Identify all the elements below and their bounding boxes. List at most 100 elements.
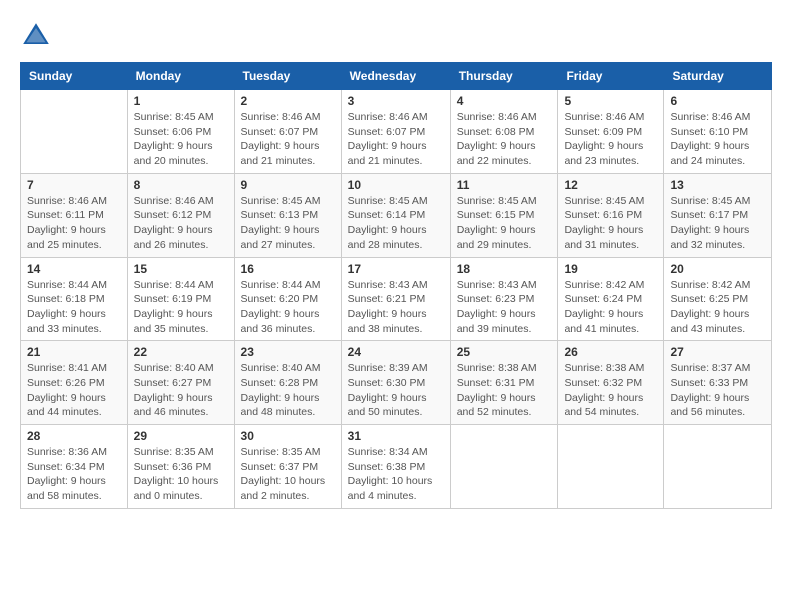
day-detail: Sunrise: 8:43 AMSunset: 6:21 PMDaylight:… (348, 278, 444, 337)
day-number: 3 (348, 94, 444, 108)
header-row: SundayMondayTuesdayWednesdayThursdayFrid… (21, 63, 772, 90)
day-cell: 2 Sunrise: 8:46 AMSunset: 6:07 PMDaylight… (234, 90, 341, 174)
day-detail: Sunrise: 8:45 AMSunset: 6:15 PMDaylight:… (457, 194, 552, 253)
day-detail: Sunrise: 8:37 AMSunset: 6:33 PMDaylight:… (670, 361, 765, 420)
day-detail: Sunrise: 8:46 AMSunset: 6:07 PMDaylight:… (348, 110, 444, 169)
day-cell (664, 425, 772, 509)
day-header-sunday: Sunday (21, 63, 128, 90)
day-cell: 27 Sunrise: 8:37 AMSunset: 6:33 PMDayligh… (664, 341, 772, 425)
day-detail: Sunrise: 8:46 AMSunset: 6:12 PMDaylight:… (134, 194, 228, 253)
day-detail: Sunrise: 8:43 AMSunset: 6:23 PMDaylight:… (457, 278, 552, 337)
day-number: 30 (241, 429, 335, 443)
day-header-friday: Friday (558, 63, 664, 90)
day-detail: Sunrise: 8:44 AMSunset: 6:19 PMDaylight:… (134, 278, 228, 337)
day-cell: 15 Sunrise: 8:44 AMSunset: 6:19 PMDayligh… (127, 257, 234, 341)
day-detail: Sunrise: 8:46 AMSunset: 6:09 PMDaylight:… (564, 110, 657, 169)
day-number: 17 (348, 262, 444, 276)
day-cell: 25Sunrise: 8:38 AMSunset: 6:31 PMDayligh… (450, 341, 558, 425)
day-number: 21 (27, 345, 121, 359)
day-number: 27 (670, 345, 765, 359)
day-cell: 7 Sunrise: 8:46 AMSunset: 6:11 PMDaylight… (21, 173, 128, 257)
week-row-1: 1 Sunrise: 8:45 AMSunset: 6:06 PMDaylight… (21, 90, 772, 174)
day-header-tuesday: Tuesday (234, 63, 341, 90)
day-number: 12 (564, 178, 657, 192)
day-cell (450, 425, 558, 509)
day-cell: 18 Sunrise: 8:43 AMSunset: 6:23 PMDayligh… (450, 257, 558, 341)
day-cell: 21 Sunrise: 8:41 AMSunset: 6:26 PMDayligh… (21, 341, 128, 425)
day-number: 24 (348, 345, 444, 359)
header (20, 20, 772, 52)
day-cell: 29 Sunrise: 8:35 AMSunset: 6:36 PMDayligh… (127, 425, 234, 509)
day-cell: 19 Sunrise: 8:42 AMSunset: 6:24 PMDayligh… (558, 257, 664, 341)
day-header-saturday: Saturday (664, 63, 772, 90)
week-row-3: 14Sunrise: 8:44 AMSunset: 6:18 PMDayligh… (21, 257, 772, 341)
day-detail: Sunrise: 8:40 AMSunset: 6:28 PMDaylight:… (241, 361, 335, 420)
day-cell: 6 Sunrise: 8:46 AMSunset: 6:10 PMDaylight… (664, 90, 772, 174)
day-cell: 14Sunrise: 8:44 AMSunset: 6:18 PMDayligh… (21, 257, 128, 341)
day-number: 20 (670, 262, 765, 276)
day-detail: Sunrise: 8:45 AMSunset: 6:17 PMDaylight:… (670, 194, 765, 253)
day-detail: Sunrise: 8:45 AMSunset: 6:14 PMDaylight:… (348, 194, 444, 253)
day-cell: 5 Sunrise: 8:46 AMSunset: 6:09 PMDaylight… (558, 90, 664, 174)
day-header-monday: Monday (127, 63, 234, 90)
logo-icon (20, 20, 52, 52)
day-cell (21, 90, 128, 174)
day-cell: 23 Sunrise: 8:40 AMSunset: 6:28 PMDayligh… (234, 341, 341, 425)
calendar-table: SundayMondayTuesdayWednesdayThursdayFrid… (20, 62, 772, 509)
day-detail: Sunrise: 8:44 AMSunset: 6:18 PMDaylight:… (27, 278, 121, 337)
day-number: 1 (134, 94, 228, 108)
day-cell: 8Sunrise: 8:46 AMSunset: 6:12 PMDaylight… (127, 173, 234, 257)
day-detail: Sunrise: 8:35 AMSunset: 6:36 PMDaylight:… (134, 445, 228, 504)
day-detail: Sunrise: 8:41 AMSunset: 6:26 PMDaylight:… (27, 361, 121, 420)
day-cell: 24 Sunrise: 8:39 AMSunset: 6:30 PMDayligh… (341, 341, 450, 425)
day-cell: 28 Sunrise: 8:36 AMSunset: 6:34 PMDayligh… (21, 425, 128, 509)
day-number: 13 (670, 178, 765, 192)
day-detail: Sunrise: 8:46 AMSunset: 6:11 PMDaylight:… (27, 194, 121, 253)
day-detail: Sunrise: 8:36 AMSunset: 6:34 PMDaylight:… (27, 445, 121, 504)
week-row-2: 7 Sunrise: 8:46 AMSunset: 6:11 PMDaylight… (21, 173, 772, 257)
day-number: 9 (241, 178, 335, 192)
day-number: 28 (27, 429, 121, 443)
day-detail: Sunrise: 8:44 AMSunset: 6:20 PMDaylight:… (241, 278, 335, 337)
day-cell: 22 Sunrise: 8:40 AMSunset: 6:27 PMDayligh… (127, 341, 234, 425)
day-cell: 13 Sunrise: 8:45 AMSunset: 6:17 PMDayligh… (664, 173, 772, 257)
day-number: 18 (457, 262, 552, 276)
day-cell: 9Sunrise: 8:45 AMSunset: 6:13 PMDaylight… (234, 173, 341, 257)
day-number: 5 (564, 94, 657, 108)
day-number: 19 (564, 262, 657, 276)
day-cell: 30Sunrise: 8:35 AMSunset: 6:37 PMDayligh… (234, 425, 341, 509)
day-cell: 26 Sunrise: 8:38 AMSunset: 6:32 PMDayligh… (558, 341, 664, 425)
week-row-5: 28 Sunrise: 8:36 AMSunset: 6:34 PMDayligh… (21, 425, 772, 509)
day-header-wednesday: Wednesday (341, 63, 450, 90)
day-number: 7 (27, 178, 121, 192)
day-number: 4 (457, 94, 552, 108)
day-number: 29 (134, 429, 228, 443)
day-cell: 31Sunrise: 8:34 AMSunset: 6:38 PMDayligh… (341, 425, 450, 509)
day-detail: Sunrise: 8:40 AMSunset: 6:27 PMDaylight:… (134, 361, 228, 420)
day-detail: Sunrise: 8:46 AMSunset: 6:07 PMDaylight:… (241, 110, 335, 169)
day-cell: 3 Sunrise: 8:46 AMSunset: 6:07 PMDaylight… (341, 90, 450, 174)
day-detail: Sunrise: 8:38 AMSunset: 6:32 PMDaylight:… (564, 361, 657, 420)
day-number: 23 (241, 345, 335, 359)
day-detail: Sunrise: 8:46 AMSunset: 6:10 PMDaylight:… (670, 110, 765, 169)
day-number: 15 (134, 262, 228, 276)
day-detail: Sunrise: 8:34 AMSunset: 6:38 PMDaylight:… (348, 445, 444, 504)
day-number: 22 (134, 345, 228, 359)
logo (20, 20, 56, 52)
week-row-4: 21 Sunrise: 8:41 AMSunset: 6:26 PMDayligh… (21, 341, 772, 425)
day-cell: 4 Sunrise: 8:46 AMSunset: 6:08 PMDaylight… (450, 90, 558, 174)
day-detail: Sunrise: 8:46 AMSunset: 6:08 PMDaylight:… (457, 110, 552, 169)
day-number: 6 (670, 94, 765, 108)
day-number: 26 (564, 345, 657, 359)
day-detail: Sunrise: 8:42 AMSunset: 6:24 PMDaylight:… (564, 278, 657, 337)
day-number: 2 (241, 94, 335, 108)
day-detail: Sunrise: 8:42 AMSunset: 6:25 PMDaylight:… (670, 278, 765, 337)
day-detail: Sunrise: 8:45 AMSunset: 6:06 PMDaylight:… (134, 110, 228, 169)
day-cell: 12 Sunrise: 8:45 AMSunset: 6:16 PMDayligh… (558, 173, 664, 257)
day-header-thursday: Thursday (450, 63, 558, 90)
day-cell: 17 Sunrise: 8:43 AMSunset: 6:21 PMDayligh… (341, 257, 450, 341)
day-number: 11 (457, 178, 552, 192)
day-detail: Sunrise: 8:39 AMSunset: 6:30 PMDaylight:… (348, 361, 444, 420)
day-cell: 10Sunrise: 8:45 AMSunset: 6:14 PMDayligh… (341, 173, 450, 257)
day-detail: Sunrise: 8:45 AMSunset: 6:16 PMDaylight:… (564, 194, 657, 253)
